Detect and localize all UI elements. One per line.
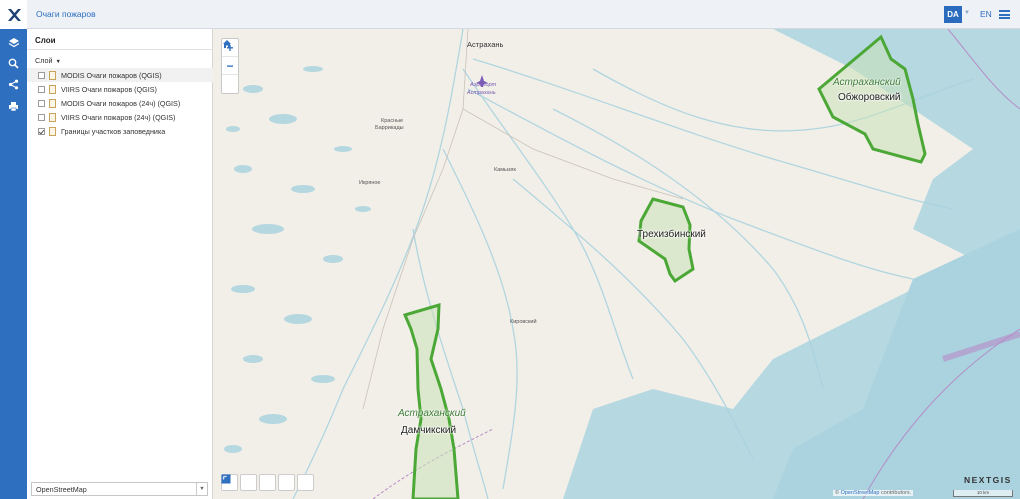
reserve-trekhizbinsky-area — [637, 197, 695, 284]
place-label: Икряное — [359, 180, 381, 186]
share-icon[interactable] — [0, 74, 27, 94]
measure-length-button[interactable] — [221, 474, 276, 491]
measure-area-button[interactable] — [222, 474, 295, 491]
home-button[interactable] — [222, 40, 238, 93]
place-label: Камызяк — [494, 167, 516, 173]
app-title: Очаги пожаров — [36, 9, 96, 19]
identify-button[interactable] — [221, 474, 314, 491]
reserve-label: Обжоровский — [838, 92, 901, 103]
panel-title: Слои — [35, 36, 56, 45]
chevron-down-icon[interactable]: ▼ — [964, 10, 970, 16]
layer-checkbox[interactable] — [38, 85, 45, 93]
layer-checkbox[interactable] — [38, 127, 45, 135]
place-label: Красные — [381, 118, 404, 124]
layer-item[interactable]: MODIS Очаги пожаров (24ч) (QGIS) — [27, 96, 213, 110]
layer-file-icon — [49, 98, 56, 108]
basemap-value: OpenStreetMap — [36, 485, 87, 494]
reserve-label: Трехизбинский — [637, 229, 706, 240]
layer-file-icon — [49, 84, 56, 94]
reserve-label-italic: Астраханский — [398, 408, 466, 419]
layer-label: MODIS Очаги пожаров (24ч) (QGIS) — [61, 98, 181, 108]
layer-menu-button[interactable]: Слой ▼ — [35, 56, 61, 65]
identify-icon — [221, 474, 231, 484]
zoom-controls: + − — [221, 38, 239, 94]
menu-icon[interactable] — [999, 10, 1010, 19]
chevron-down-icon[interactable]: ▼ — [196, 483, 207, 495]
layers-panel: Слои Слой ▼ MODIS Очаги пожаров (QGIS) VI… — [27, 29, 213, 499]
layer-label: MODIS Очаги пожаров (QGIS) — [61, 70, 162, 80]
layer-file-icon — [49, 70, 56, 80]
city-label: Астрахань — [467, 40, 504, 49]
reserve-damchiksky-area — [402, 302, 460, 499]
scale-bar: 10 km — [953, 490, 1013, 497]
zoom-out-box-button[interactable] — [221, 474, 257, 491]
reserve-label-italic: Астраханский — [833, 77, 901, 88]
search-icon[interactable] — [0, 53, 27, 73]
layer-label: VIIRS Очаги пожаров (QGIS) — [61, 84, 157, 94]
home-icon — [223, 40, 231, 48]
map-attribution: © OpenStreetMap contributors. — [833, 490, 914, 496]
chevron-down-icon: ▼ — [55, 59, 61, 65]
layer-item[interactable]: Границы участков заповедника — [27, 124, 213, 138]
place-label: Кировский — [510, 319, 537, 325]
left-toolbar — [0, 29, 27, 499]
app-window: Очаги пожаров DA ▼ EN Слои Слой ▼ MODIS О… — [0, 0, 1020, 499]
print-icon[interactable] — [0, 96, 27, 116]
top-header: Очаги пожаров DA ▼ EN — [0, 0, 1020, 29]
airport-label: Астрахань — [467, 90, 496, 96]
attribution-text: contributors. — [879, 490, 912, 496]
reserve-label: Дамчикский — [401, 425, 457, 436]
layer-menu-label: Слой — [35, 56, 53, 65]
language-switch[interactable]: EN — [980, 9, 992, 19]
user-avatar[interactable]: DA — [944, 6, 962, 23]
layer-checkbox[interactable] — [38, 71, 45, 79]
map-tools — [221, 474, 314, 491]
layer-checkbox[interactable] — [38, 99, 45, 107]
zoom-out-button[interactable]: − — [222, 57, 238, 75]
layer-checkbox[interactable] — [38, 113, 45, 121]
layer-item[interactable]: MODIS Очаги пожаров (QGIS) — [27, 68, 213, 82]
layer-label: VIIRS Очаги пожаров (24ч) (QGIS) — [61, 112, 176, 122]
nextgis-brand: NEXTGIS — [964, 475, 1012, 485]
panel-divider — [27, 49, 213, 50]
layer-item[interactable]: VIIRS Очаги пожаров (24ч) (QGIS) — [27, 110, 213, 124]
layer-item[interactable]: VIIRS Очаги пожаров (QGIS) — [27, 82, 213, 96]
nextgis-logo[interactable] — [0, 0, 27, 29]
basemap-select[interactable]: OpenStreetMap ▼ — [31, 482, 208, 496]
layers-icon[interactable] — [0, 33, 27, 53]
layer-file-icon — [49, 112, 56, 122]
place-label: Баррикады — [375, 125, 404, 131]
layer-file-icon — [49, 126, 56, 136]
osm-link[interactable]: OpenStreetMap — [841, 490, 880, 496]
airport-label: Аэропорт — [470, 82, 497, 88]
map-view[interactable]: Астрахань Аэропорт Астрахань Красные Бар… — [213, 29, 1020, 499]
logo-x-icon — [7, 8, 21, 21]
layer-label: Границы участков заповедника — [61, 126, 166, 136]
